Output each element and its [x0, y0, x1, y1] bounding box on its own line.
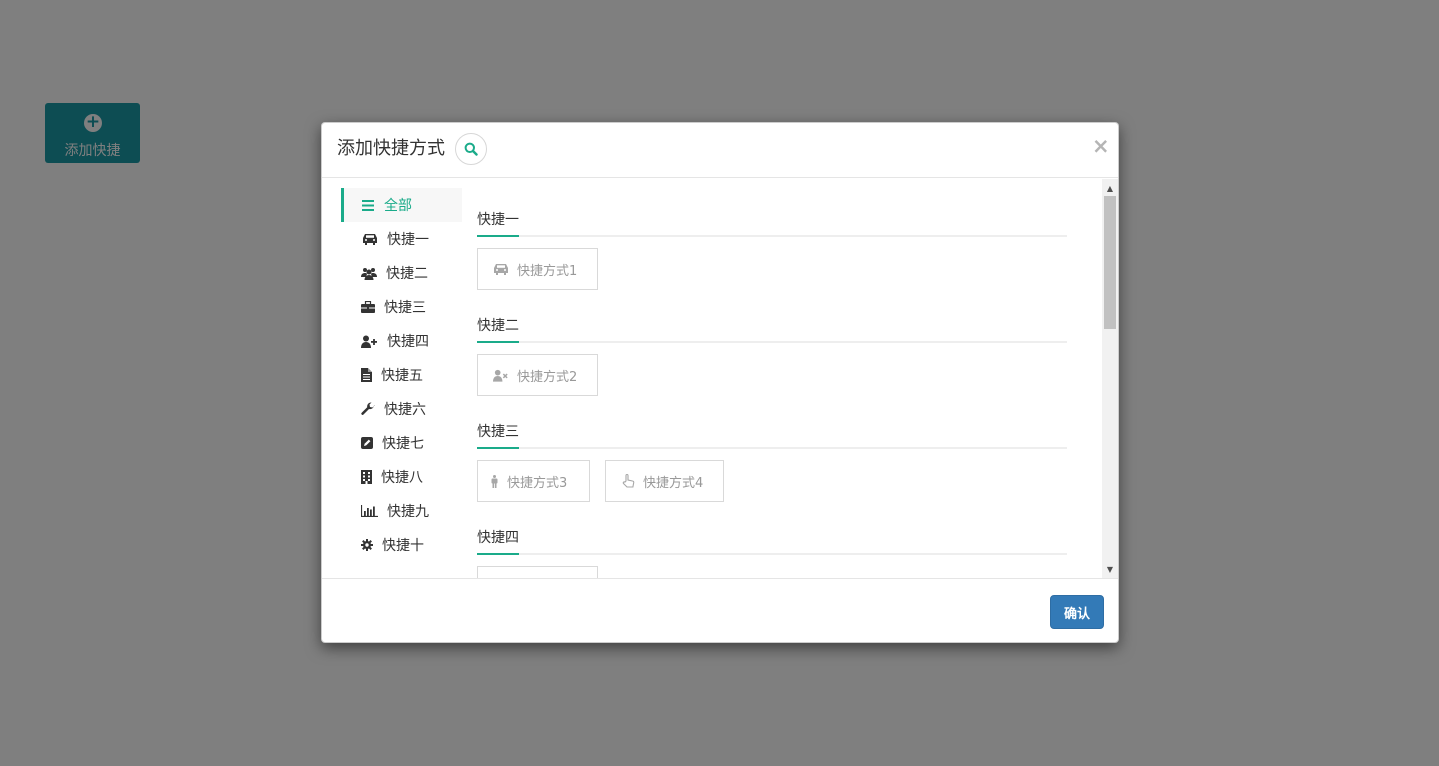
- nav-item-label: 快捷十: [382, 538, 424, 554]
- nav-item-label: 快捷二: [386, 266, 428, 282]
- briefcase-icon: [361, 300, 375, 314]
- group-title-label: 快捷二: [477, 316, 519, 343]
- shortcut-label: 快捷方式2: [517, 369, 578, 385]
- nav-item-7[interactable]: 快捷七: [341, 426, 462, 460]
- nav-item-label: 快捷五: [381, 368, 423, 384]
- group-title-2: 快捷二: [477, 313, 1067, 343]
- building-icon: [361, 470, 372, 484]
- nav-item-label: 快捷九: [387, 504, 429, 520]
- search-icon: [464, 142, 478, 156]
- scroll-up-arrow-icon[interactable]: ▲: [1102, 180, 1118, 196]
- shortcut-button-1[interactable]: 快捷方式1: [477, 248, 598, 290]
- shortcut-button-4[interactable]: 快捷方式4: [605, 460, 724, 502]
- content-scrollbar[interactable]: ▲ ▼: [1102, 179, 1118, 578]
- group-title-1: 快捷一: [477, 207, 1067, 237]
- scroll-thumb[interactable]: [1104, 196, 1116, 329]
- close-button[interactable]: ×: [1092, 136, 1110, 157]
- nav-item-all[interactable]: 全部: [341, 188, 462, 222]
- nav-item-9[interactable]: 快捷九: [341, 494, 462, 528]
- shortcut-label: 快捷方式4: [643, 475, 704, 491]
- nav-item-5[interactable]: 快捷五: [341, 358, 462, 392]
- nav-item-4[interactable]: 快捷四: [341, 324, 462, 358]
- group-title-label: 快捷三: [477, 422, 519, 449]
- hand-pointer-icon: [621, 474, 635, 488]
- file-icon: [361, 368, 372, 382]
- nav-item-label: 全部: [384, 198, 412, 214]
- gear-icon: [361, 538, 373, 552]
- shortcut-button-3[interactable]: 快捷方式3: [477, 460, 590, 502]
- nav-item-label: 快捷一: [387, 232, 429, 248]
- bars-icon: [361, 198, 375, 212]
- group-title-4: 快捷四: [477, 525, 1067, 555]
- nav-item-label: 快捷六: [384, 402, 426, 418]
- car-icon: [493, 262, 509, 276]
- modal-footer: 确认: [322, 578, 1118, 642]
- car-icon: [361, 232, 378, 246]
- group-title-label: 快捷四: [477, 528, 519, 555]
- shortcut-label: 快捷方式1: [517, 263, 578, 279]
- confirm-button[interactable]: 确认: [1050, 595, 1104, 629]
- shortcut-content: 快捷一 快捷方式1 快捷二 快捷方式2 快捷三 快捷方式3 快捷方式4 快捷四: [477, 179, 1067, 578]
- category-nav: 全部 快捷一 快捷二 快捷三 快捷四 快捷五 快捷六 快捷七 快捷八 快捷九 快…: [341, 188, 462, 562]
- edit-icon: [361, 436, 373, 450]
- shortcut-button-2[interactable]: 快捷方式2: [477, 354, 598, 396]
- shortcut-button-5[interactable]: [477, 566, 598, 578]
- bar-chart-icon: [361, 504, 378, 518]
- group-title-3: 快捷三: [477, 419, 1067, 449]
- search-button[interactable]: [455, 133, 487, 165]
- shortcut-label: 快捷方式3: [507, 475, 568, 491]
- nav-item-label: 快捷三: [384, 300, 426, 316]
- nav-item-label: 快捷八: [381, 470, 423, 486]
- nav-item-label: 快捷四: [387, 334, 429, 350]
- group-title-label: 快捷一: [477, 210, 519, 237]
- modal-header: 添加快捷方式 ×: [322, 123, 1118, 178]
- user-plus-icon: [361, 334, 378, 348]
- nav-item-3[interactable]: 快捷三: [341, 290, 462, 324]
- male-icon: [490, 474, 498, 488]
- modal-body: 全部 快捷一 快捷二 快捷三 快捷四 快捷五 快捷六 快捷七 快捷八 快捷九 快…: [322, 179, 1118, 578]
- nav-item-label: 快捷七: [382, 436, 424, 452]
- add-shortcut-modal: 添加快捷方式 × 全部 快捷一 快捷二 快捷三 快捷四 快捷五 快捷六 快捷七 …: [321, 122, 1119, 643]
- users-icon: [361, 266, 377, 280]
- wrench-icon: [361, 402, 375, 416]
- nav-item-2[interactable]: 快捷二: [341, 256, 462, 290]
- user-times-icon: [493, 368, 509, 382]
- scroll-down-arrow-icon[interactable]: ▼: [1102, 561, 1118, 577]
- nav-item-1[interactable]: 快捷一: [341, 222, 462, 256]
- modal-title: 添加快捷方式: [337, 138, 445, 159]
- nav-item-10[interactable]: 快捷十: [341, 528, 462, 562]
- nav-item-8[interactable]: 快捷八: [341, 460, 462, 494]
- nav-item-6[interactable]: 快捷六: [341, 392, 462, 426]
